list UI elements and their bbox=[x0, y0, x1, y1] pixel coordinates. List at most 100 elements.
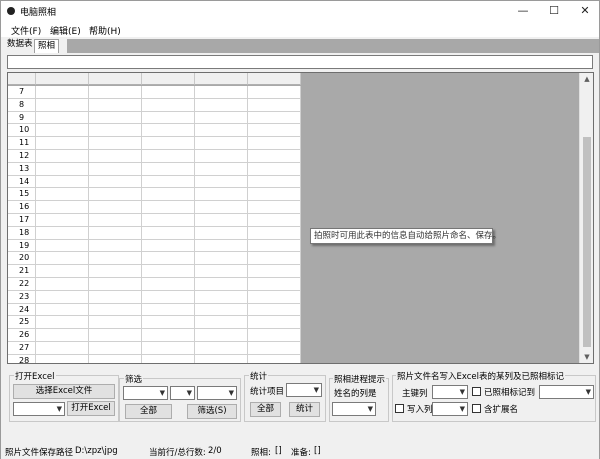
grid-row-number[interactable]: 26 bbox=[8, 329, 36, 342]
grid-cell[interactable] bbox=[248, 98, 301, 112]
grid-cell[interactable] bbox=[89, 239, 142, 253]
grid-cell[interactable] bbox=[142, 201, 195, 214]
grid-cell[interactable] bbox=[195, 175, 248, 189]
grid-cell[interactable] bbox=[89, 303, 142, 317]
grid-cell[interactable] bbox=[89, 316, 142, 330]
grid-cell[interactable] bbox=[36, 226, 89, 240]
grid-cell[interactable] bbox=[248, 252, 301, 266]
grid-cell[interactable] bbox=[248, 342, 301, 355]
grid-cell[interactable] bbox=[195, 239, 248, 253]
minimize-button[interactable]: — bbox=[507, 1, 539, 21]
grid-cell[interactable] bbox=[89, 188, 142, 202]
grid-row-number[interactable]: 12 bbox=[8, 150, 36, 163]
grid-cell[interactable] bbox=[195, 226, 248, 240]
grid-cell[interactable] bbox=[195, 342, 248, 355]
grid-row-number[interactable]: 8 bbox=[8, 98, 36, 112]
grid-cell[interactable] bbox=[36, 316, 89, 330]
grid-cell[interactable] bbox=[142, 162, 195, 176]
grid-cell[interactable] bbox=[248, 226, 301, 240]
grid-cell[interactable] bbox=[195, 86, 248, 99]
grid-cell[interactable] bbox=[36, 188, 89, 202]
grid-cell[interactable] bbox=[248, 175, 301, 189]
grid-cell[interactable] bbox=[89, 329, 142, 342]
grid-cell[interactable] bbox=[142, 214, 195, 227]
grid-column-header[interactable] bbox=[248, 73, 301, 85]
filter-value-select[interactable]: ▼ bbox=[197, 386, 237, 400]
grid-cell[interactable] bbox=[89, 278, 142, 291]
grid-cell[interactable] bbox=[36, 278, 89, 291]
grid-cell[interactable] bbox=[89, 111, 142, 125]
grid-cell[interactable] bbox=[248, 329, 301, 342]
grid-cell[interactable] bbox=[248, 316, 301, 330]
grid-cell[interactable] bbox=[248, 201, 301, 214]
sheet-select[interactable]: ▼ bbox=[13, 402, 65, 416]
scroll-down-icon[interactable]: ▼ bbox=[580, 351, 593, 363]
primary-key-select[interactable]: ▼ bbox=[432, 385, 468, 399]
grid-row-number[interactable]: 18 bbox=[8, 226, 36, 240]
grid-cell[interactable] bbox=[142, 265, 195, 278]
grid-cell[interactable] bbox=[89, 342, 142, 355]
grid-cell[interactable] bbox=[36, 290, 89, 304]
grid-cell[interactable] bbox=[248, 162, 301, 176]
grid-cell[interactable] bbox=[36, 329, 89, 342]
grid-cell[interactable] bbox=[89, 124, 142, 138]
grid-cell[interactable] bbox=[89, 201, 142, 214]
grid-cell[interactable] bbox=[36, 201, 89, 214]
grid-cell[interactable] bbox=[142, 354, 195, 363]
grid-cell[interactable] bbox=[195, 278, 248, 291]
grid-row-number[interactable]: 20 bbox=[8, 252, 36, 266]
grid-row-number[interactable]: 14 bbox=[8, 175, 36, 189]
vertical-scrollbar[interactable]: ▲ ▼ bbox=[579, 73, 593, 363]
grid-cell[interactable] bbox=[195, 124, 248, 138]
grid-row-number[interactable]: 28 bbox=[8, 354, 36, 363]
grid-cell[interactable] bbox=[142, 252, 195, 266]
grid-cell[interactable] bbox=[195, 214, 248, 227]
grid-cell[interactable] bbox=[89, 86, 142, 99]
filter-button[interactable]: 筛选(S) bbox=[187, 404, 237, 419]
grid-row-number[interactable]: 19 bbox=[8, 239, 36, 253]
filter-operator-select[interactable]: ▼ bbox=[170, 386, 195, 400]
grid-cell[interactable] bbox=[248, 239, 301, 253]
grid-cell[interactable] bbox=[142, 124, 195, 138]
stats-button[interactable]: 统计 bbox=[289, 402, 320, 417]
grid-cell[interactable] bbox=[248, 86, 301, 99]
filter-all-button[interactable]: 全部 bbox=[125, 404, 172, 419]
grid-row-number[interactable]: 13 bbox=[8, 162, 36, 176]
scroll-thumb[interactable] bbox=[583, 137, 591, 347]
grid-cell[interactable] bbox=[36, 124, 89, 138]
stats-all-button[interactable]: 全部 bbox=[250, 402, 281, 417]
maximize-button[interactable]: ☐ bbox=[538, 1, 570, 21]
grid-cell[interactable] bbox=[89, 214, 142, 227]
grid-cell[interactable] bbox=[89, 162, 142, 176]
grid-cell[interactable] bbox=[36, 239, 89, 253]
close-button[interactable]: ✕ bbox=[569, 1, 600, 21]
grid-cell[interactable] bbox=[248, 278, 301, 291]
grid-cell[interactable] bbox=[36, 111, 89, 125]
grid-cell[interactable] bbox=[89, 354, 142, 363]
grid-row-number[interactable]: 22 bbox=[8, 278, 36, 291]
grid-column-header[interactable] bbox=[195, 73, 248, 85]
grid-cell[interactable] bbox=[89, 290, 142, 304]
stats-item-select[interactable]: ▼ bbox=[286, 383, 322, 397]
grid-cell[interactable] bbox=[195, 303, 248, 317]
grid-cell[interactable] bbox=[36, 252, 89, 266]
grid-cell[interactable] bbox=[142, 226, 195, 240]
grid-cell[interactable] bbox=[248, 214, 301, 227]
grid-cell[interactable] bbox=[89, 150, 142, 163]
grid-cell[interactable] bbox=[248, 290, 301, 304]
grid-cell[interactable] bbox=[36, 265, 89, 278]
scroll-up-icon[interactable]: ▲ bbox=[580, 73, 593, 85]
grid-cell[interactable] bbox=[89, 226, 142, 240]
grid-row-number[interactable]: 21 bbox=[8, 265, 36, 278]
grid-cell[interactable] bbox=[248, 303, 301, 317]
name-column-select[interactable]: ▼ bbox=[332, 402, 376, 416]
grid-row-number[interactable]: 9 bbox=[8, 111, 36, 125]
with-extension-checkbox[interactable] bbox=[472, 404, 481, 413]
grid-row-number[interactable]: 10 bbox=[8, 124, 36, 138]
tab-data-sheet[interactable]: 数据表 bbox=[4, 38, 36, 53]
grid-cell[interactable] bbox=[195, 188, 248, 202]
grid-cell[interactable] bbox=[36, 98, 89, 112]
grid-cell[interactable] bbox=[142, 278, 195, 291]
grid-cell[interactable] bbox=[195, 162, 248, 176]
menu-edit[interactable]: 编辑(E) bbox=[50, 24, 81, 37]
